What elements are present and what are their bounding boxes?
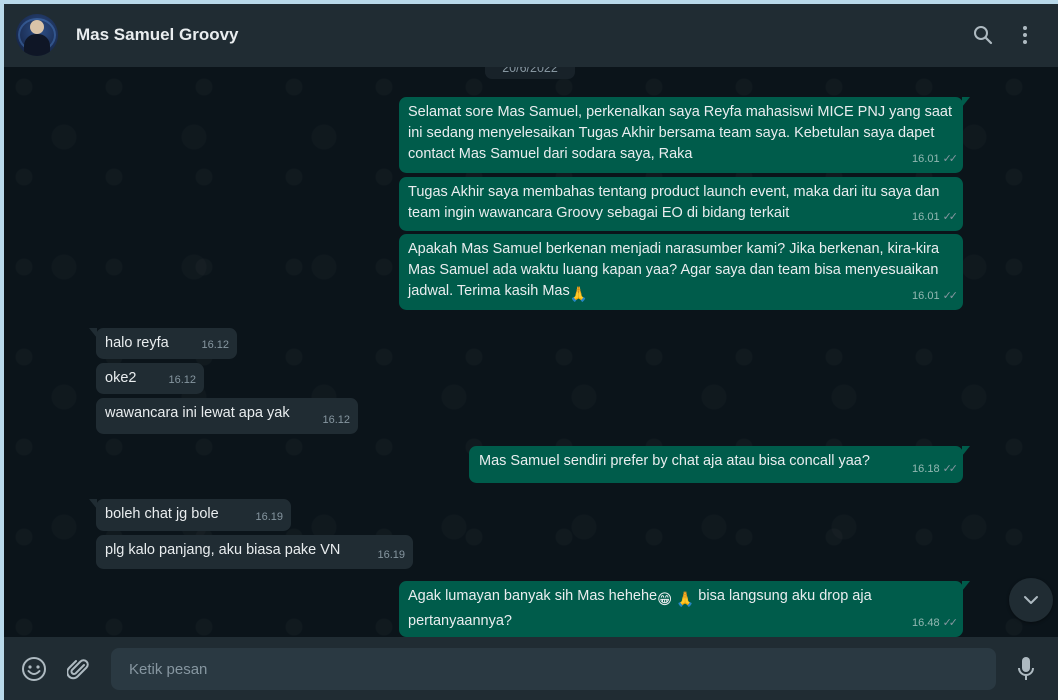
contact-name[interactable]: Mas Samuel Groovy — [76, 25, 239, 45]
mic-icon[interactable] — [1012, 655, 1040, 683]
message-time: 16.12 — [201, 339, 229, 351]
chevron-down-icon — [1024, 596, 1038, 604]
message-incoming[interactable]: wawancara ini lewat apa yak 16.12 — [96, 398, 358, 434]
message-time: 16.12 — [168, 374, 196, 386]
message-time: 16.01 — [912, 153, 940, 165]
message-time: 16.19 — [377, 549, 405, 561]
message-text: Mas Samuel sendiri prefer by chat aja at… — [479, 453, 870, 469]
message-time: 16.01 — [912, 211, 940, 223]
message-text: Selamat sore Mas Samuel, perkenalkan say… — [408, 104, 952, 162]
read-ticks-icon: ✓✓ — [942, 290, 959, 302]
message-outgoing[interactable]: Tugas Akhir saya membahas tentang produc… — [399, 177, 963, 231]
message-meta: 16.12 — [201, 335, 229, 356]
message-outgoing[interactable]: Apakah Mas Samuel berkenan menjadi naras… — [399, 234, 963, 310]
message-time: 16.18 — [912, 463, 940, 475]
emoji-icon[interactable] — [20, 655, 48, 683]
message-meta: 16.48 ✓✓ — [912, 613, 959, 634]
message-meta: 16.12 — [322, 410, 350, 431]
message-text: wawancara ini lewat apa yak — [105, 405, 290, 421]
message-text: Apakah Mas Samuel berkenan menjadi naras… — [408, 239, 954, 306]
whatsapp-window: Mas Samuel Groovy 20/6/2022 Selamat sore… — [4, 4, 1058, 700]
message-text: plg kalo panjang, aku biasa pake VN — [105, 542, 341, 558]
message-text: Agak lumayan banyak sih Mas hehehe😁 🙏 bi… — [408, 588, 872, 629]
message-time: 16.48 — [912, 617, 940, 629]
message-incoming[interactable]: oke2 16.12 — [96, 363, 204, 394]
message-incoming[interactable]: plg kalo panjang, aku biasa pake VN 16.1… — [96, 535, 413, 569]
menu-dots-icon[interactable] — [1012, 22, 1038, 48]
message-meta: 16.01 ✓✓ — [912, 207, 959, 228]
read-ticks-icon: ✓✓ — [942, 211, 959, 223]
message-meta: 16.01 ✓✓ — [912, 286, 959, 307]
message-outgoing[interactable]: Agak lumayan banyak sih Mas hehehe😁 🙏 bi… — [399, 581, 970, 637]
search-icon[interactable] — [970, 22, 996, 48]
date-chip: 20/6/2022 — [485, 67, 575, 79]
message-meta: 16.12 — [168, 370, 196, 391]
message-meta: 16.19 — [377, 545, 405, 566]
message-list[interactable]: 20/6/2022 Selamat sore Mas Samuel, perke… — [4, 67, 1058, 637]
message-time: 16.19 — [255, 511, 283, 523]
message-outgoing[interactable]: Selamat sore Mas Samuel, perkenalkan say… — [399, 97, 970, 173]
grin-pray-emoji-icon: 😁 🙏 — [657, 592, 695, 608]
composer-bar — [4, 637, 1058, 700]
message-incoming[interactable]: halo reyfa 16.12 — [89, 328, 237, 359]
message-time: 16.01 — [912, 290, 940, 302]
message-time: 16.12 — [322, 414, 350, 426]
contact-avatar[interactable] — [16, 14, 58, 56]
message-text: Tugas Akhir saya membahas tentang produc… — [408, 184, 940, 221]
scroll-down-button[interactable] — [1009, 578, 1053, 622]
message-input[interactable] — [111, 648, 996, 690]
attach-icon[interactable] — [64, 655, 92, 683]
message-incoming[interactable]: boleh chat jg bole 16.19 — [89, 499, 291, 531]
read-ticks-icon: ✓✓ — [942, 153, 959, 165]
chat-header: Mas Samuel Groovy — [4, 4, 1058, 67]
read-ticks-icon: ✓✓ — [942, 463, 959, 475]
message-meta: 16.19 — [255, 507, 283, 528]
message-meta: 16.18 ✓✓ — [912, 459, 959, 480]
message-outgoing[interactable]: Mas Samuel sendiri prefer by chat aja at… — [469, 446, 970, 483]
read-ticks-icon: ✓✓ — [942, 617, 959, 629]
message-meta: 16.01 ✓✓ — [912, 149, 959, 170]
pray-emoji-icon: 🙏 — [569, 287, 588, 303]
